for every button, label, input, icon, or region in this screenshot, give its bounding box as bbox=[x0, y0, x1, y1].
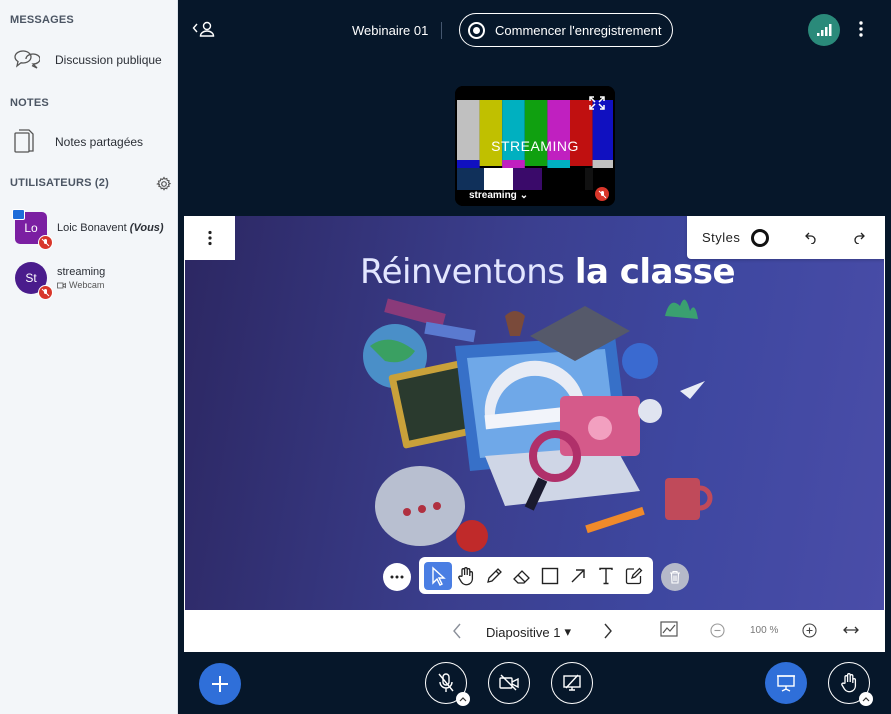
chevron-down-icon: ▾ bbox=[564, 624, 571, 639]
users-section-title: UTILISATEURS (2) bbox=[10, 177, 109, 189]
styles-panel: Styles bbox=[687, 216, 884, 259]
start-recording-button[interactable]: Commencer l'enregistrement bbox=[459, 13, 673, 47]
stroke-color-icon[interactable] bbox=[751, 229, 769, 247]
record-label: Commencer l'enregistrement bbox=[495, 22, 662, 38]
slide-canvas[interactable]: Réinventons la classe Styles bbox=[185, 216, 884, 610]
meeting-title: Webinaire 01 bbox=[352, 23, 429, 38]
text-tool-icon[interactable] bbox=[592, 562, 620, 590]
actions-plus-button[interactable] bbox=[199, 663, 241, 705]
share-webcam-button[interactable] bbox=[488, 662, 530, 704]
chevron-down-icon: ⌄ bbox=[519, 190, 529, 201]
slide-title: Réinventons la classe bbox=[360, 252, 736, 292]
avatar-initials: St bbox=[25, 271, 37, 285]
previous-slide-chevron-left-icon[interactable] bbox=[452, 622, 462, 640]
trash-icon bbox=[670, 570, 680, 584]
ellipsis-icon bbox=[390, 575, 404, 579]
toggle-userlist-icon[interactable] bbox=[192, 20, 216, 38]
styles-button[interactable]: Styles bbox=[702, 230, 740, 245]
kebab-icon bbox=[208, 230, 212, 246]
sidebar-item-shared-notes[interactable]: Notes partagées bbox=[0, 124, 177, 160]
share-screen-button[interactable] bbox=[551, 662, 593, 704]
avatar-initials: Lo bbox=[24, 221, 38, 235]
connection-status-button[interactable] bbox=[808, 14, 840, 46]
user-name: streaming bbox=[57, 266, 106, 278]
webcam-icon bbox=[57, 282, 66, 288]
pan-tool-hand-icon[interactable] bbox=[452, 562, 480, 590]
presentation-area: Réinventons la classe Styles Diapositive… bbox=[184, 216, 885, 652]
muted-mic-icon bbox=[38, 235, 53, 250]
messages-section-title: MESSAGES bbox=[10, 14, 74, 26]
fullscreen-icon[interactable] bbox=[589, 96, 605, 110]
next-slide-chevron-right-icon[interactable] bbox=[603, 622, 613, 640]
avatar: Lo bbox=[12, 209, 53, 250]
options-menu-icon[interactable] bbox=[858, 20, 864, 38]
undo-icon[interactable] bbox=[805, 230, 817, 244]
divider bbox=[441, 22, 442, 39]
redo-icon[interactable] bbox=[853, 230, 865, 244]
zoom-level: 100 % bbox=[750, 625, 779, 636]
signal-bars-icon bbox=[817, 24, 832, 36]
drawing-toolbar bbox=[419, 557, 653, 594]
note-tool-icon[interactable] bbox=[620, 562, 648, 590]
user-status: Webcam bbox=[57, 280, 105, 290]
record-icon bbox=[468, 21, 485, 39]
polling-chart-icon[interactable] bbox=[660, 621, 678, 637]
hand-icon bbox=[841, 673, 857, 693]
arrow-tool-icon[interactable] bbox=[564, 562, 592, 590]
pencil-tool-icon[interactable] bbox=[480, 562, 508, 590]
raise-hand-button[interactable] bbox=[828, 662, 873, 706]
you-label: (Vous) bbox=[129, 222, 164, 234]
zoom-in-icon[interactable] bbox=[802, 623, 817, 638]
unmute-mic-button[interactable] bbox=[425, 662, 470, 706]
reactions-caret-icon[interactable] bbox=[859, 692, 873, 706]
webcam-user-dropdown[interactable]: streaming ⌄ bbox=[469, 190, 528, 201]
plus-icon bbox=[212, 676, 228, 692]
presentation-icon bbox=[777, 675, 795, 692]
avatar: St bbox=[15, 262, 53, 300]
fit-width-icon[interactable] bbox=[842, 623, 860, 637]
screen-share-off-icon bbox=[563, 674, 581, 691]
whiteboard-options-button[interactable] bbox=[185, 216, 235, 260]
shared-notes-label: Notes partagées bbox=[55, 135, 144, 149]
sidebar: MESSAGES Discussion publique NOTES Notes… bbox=[0, 0, 178, 714]
eraser-tool-icon[interactable] bbox=[508, 562, 536, 590]
users-settings-gear-icon[interactable] bbox=[156, 176, 172, 192]
more-tools-button[interactable] bbox=[383, 563, 411, 591]
webcam-off-icon bbox=[499, 674, 519, 691]
rectangle-tool-icon[interactable] bbox=[536, 562, 564, 590]
slide-select-dropdown[interactable]: Diapositive 1 ▾ bbox=[486, 624, 571, 640]
presentation-toggle-button[interactable] bbox=[765, 662, 807, 704]
zoom-out-icon[interactable] bbox=[710, 623, 725, 638]
webcam-overlay-text: STREAMING bbox=[491, 138, 579, 154]
delete-button[interactable] bbox=[661, 563, 689, 591]
notes-icon bbox=[12, 128, 52, 156]
presenter-badge-icon bbox=[12, 209, 25, 220]
webcam-tile[interactable]: STREAMING streaming ⌄ bbox=[455, 86, 615, 206]
muted-mic-icon bbox=[438, 673, 454, 692]
top-bar: Webinaire 01 Commencer l'enregistrement bbox=[178, 0, 891, 60]
user-list-item[interactable]: Lo Loic Bonavent (Vous) bbox=[0, 208, 177, 250]
user-list-item[interactable]: St streaming Webcam bbox=[0, 258, 177, 300]
user-name: Loic Bonavent (Vous) bbox=[57, 222, 164, 234]
muted-mic-icon bbox=[595, 187, 609, 201]
select-tool-cursor-icon[interactable] bbox=[424, 561, 452, 590]
sidebar-item-public-chat[interactable]: Discussion publique bbox=[0, 42, 177, 78]
public-chat-label: Discussion publique bbox=[55, 53, 162, 67]
audio-settings-caret-icon[interactable] bbox=[456, 692, 470, 706]
notes-section-title: NOTES bbox=[10, 97, 49, 109]
muted-mic-icon bbox=[38, 285, 53, 300]
chat-bubbles-icon bbox=[12, 47, 52, 73]
